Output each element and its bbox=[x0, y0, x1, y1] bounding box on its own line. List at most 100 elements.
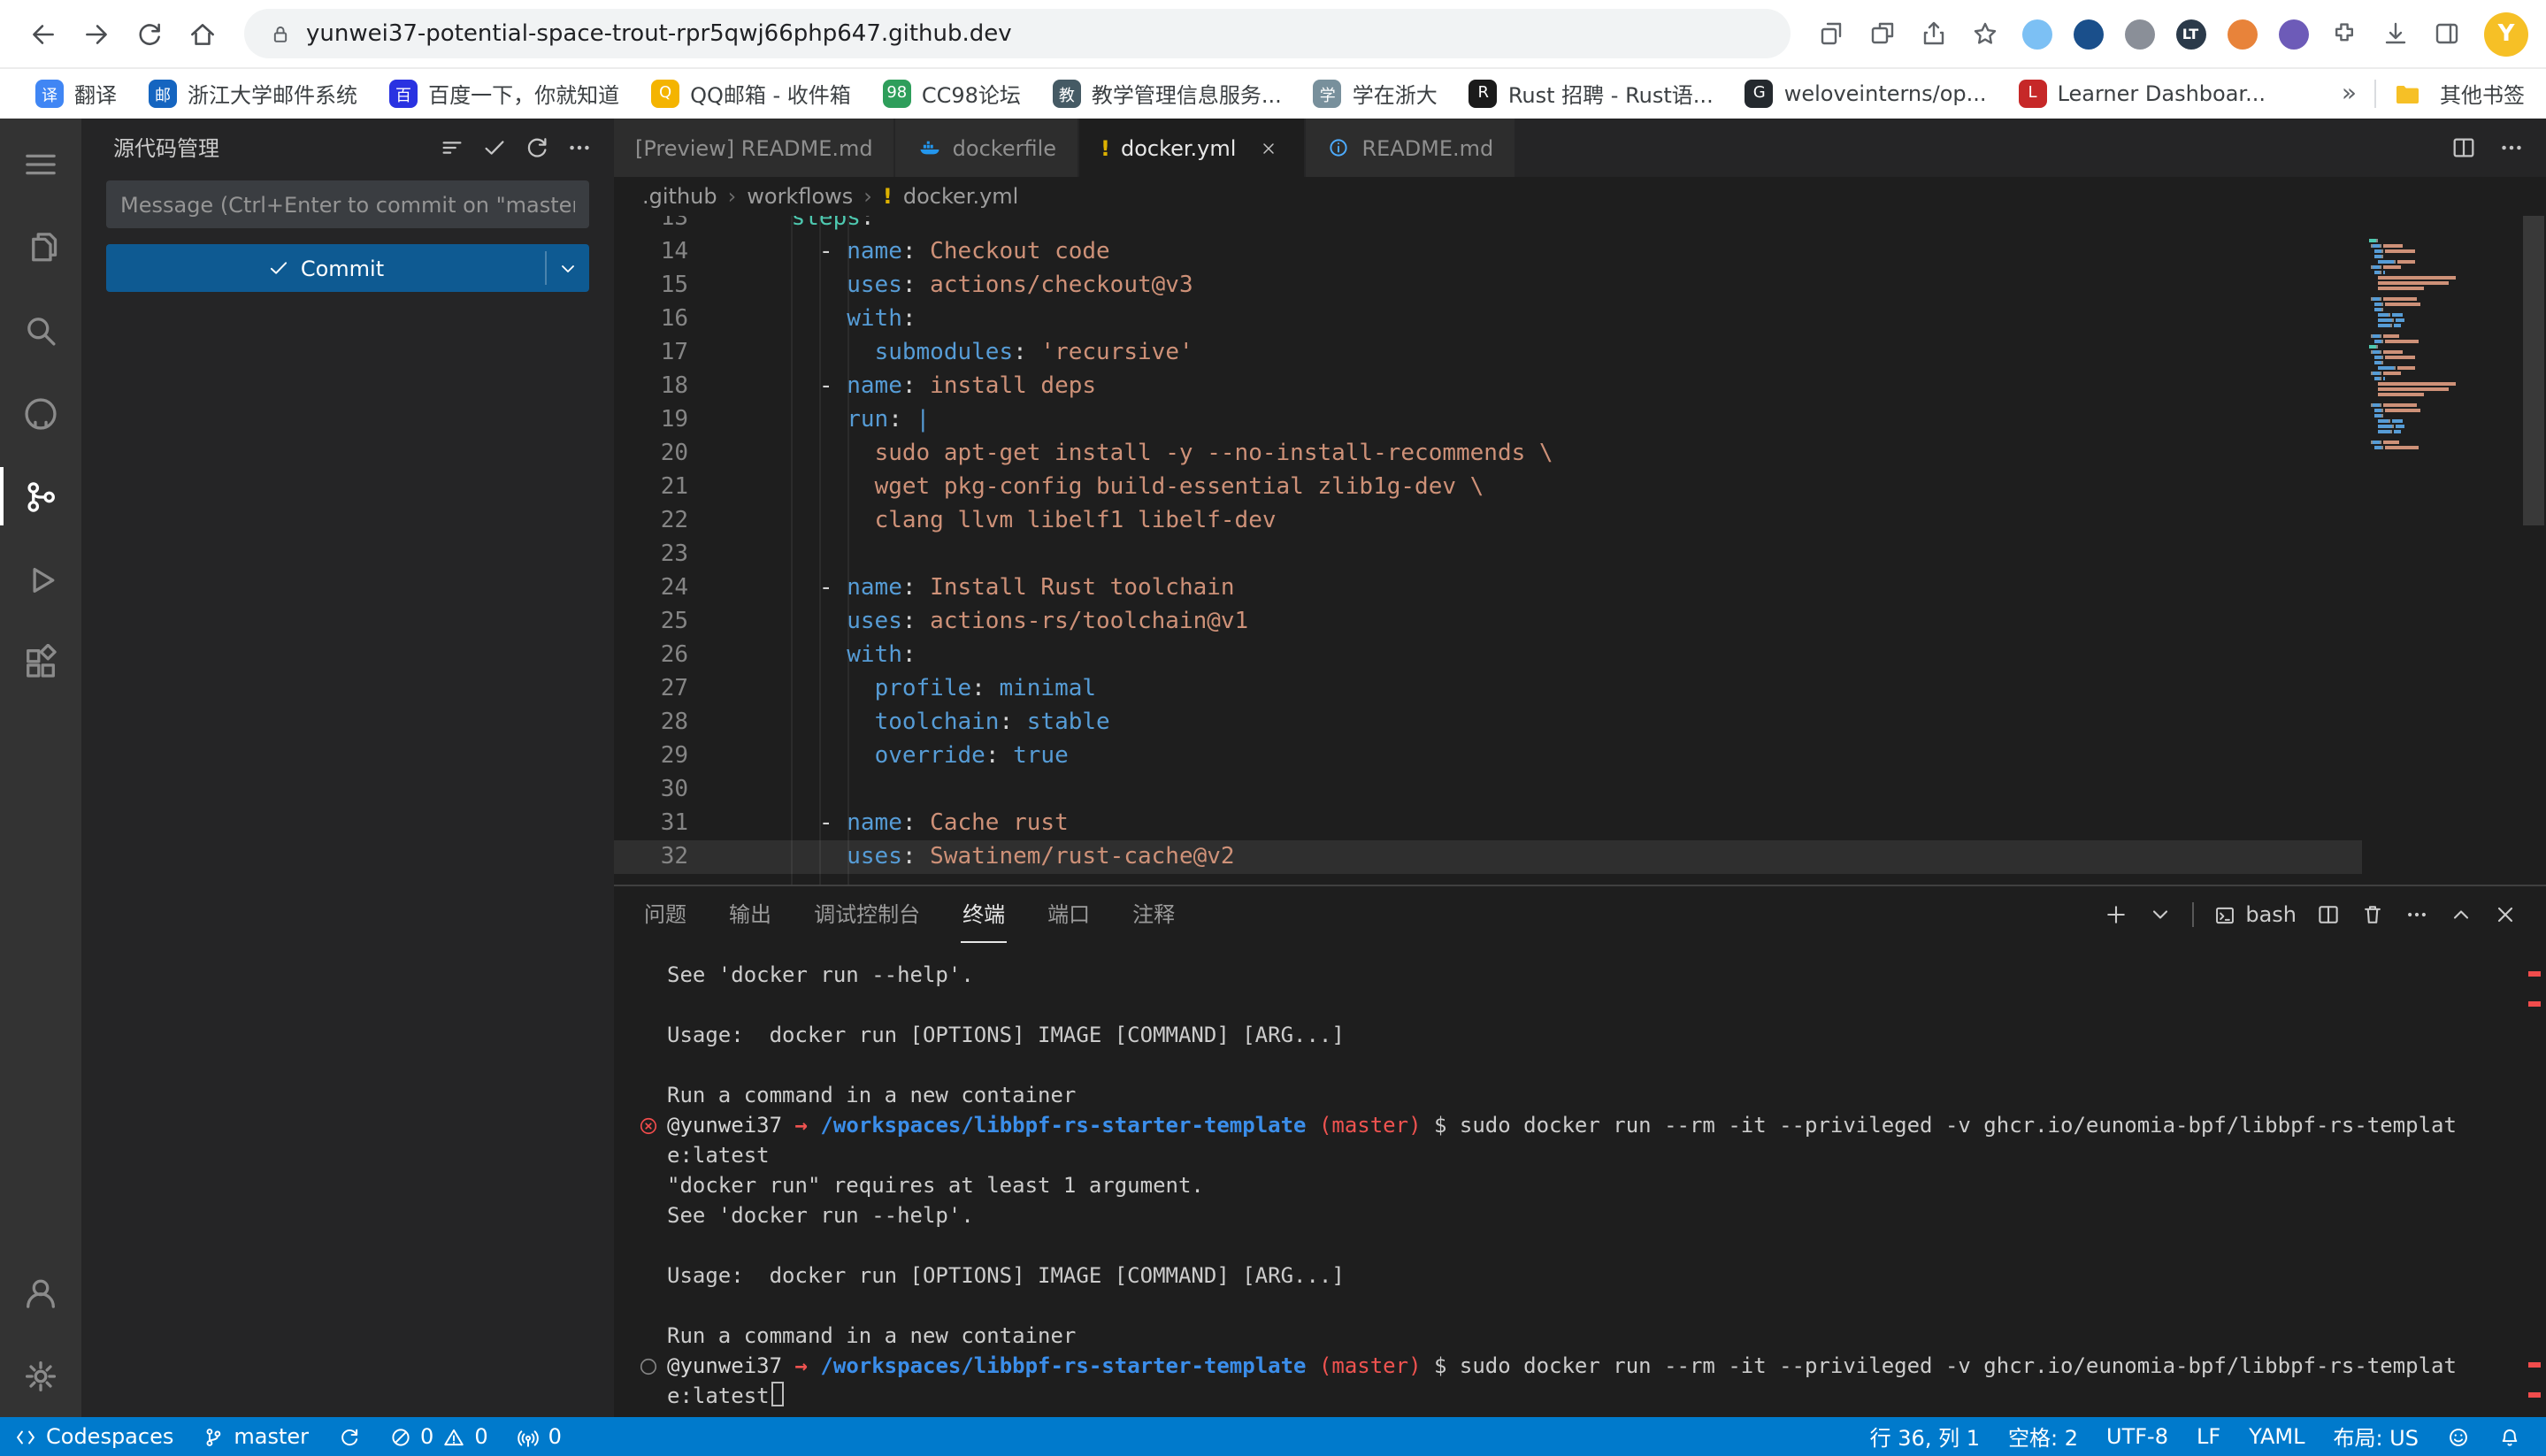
extension-shield-icon[interactable] bbox=[2065, 11, 2111, 57]
line-number: 31 bbox=[614, 807, 727, 840]
terminal-dropdown-icon[interactable] bbox=[2148, 902, 2173, 927]
keyboard-layout[interactable]: 布局: US bbox=[2319, 1417, 2433, 1456]
problems-indicator[interactable]: 00 bbox=[374, 1417, 502, 1456]
split-terminal-icon[interactable] bbox=[2316, 902, 2341, 927]
run-debug-icon[interactable] bbox=[0, 538, 81, 621]
new-terminal-icon[interactable] bbox=[2104, 902, 2128, 927]
search-icon[interactable] bbox=[0, 288, 81, 372]
commit-message-input[interactable] bbox=[106, 180, 589, 228]
bookmark-item[interactable]: 百百度一下，你就知道 bbox=[375, 73, 633, 114]
breadcrumb-file[interactable]: docker.yml bbox=[903, 184, 1018, 209]
github-icon[interactable] bbox=[0, 372, 81, 455]
indentation[interactable]: 空格: 2 bbox=[1994, 1417, 2092, 1456]
share-icon[interactable] bbox=[1911, 11, 1957, 57]
terminal-shell-select[interactable]: bash bbox=[2213, 902, 2297, 927]
bookmark-item[interactable]: 教教学管理信息服务... bbox=[1039, 73, 1296, 114]
branch-indicator[interactable]: master bbox=[188, 1417, 323, 1456]
favorite-star-icon[interactable] bbox=[1962, 11, 2008, 57]
home-button[interactable] bbox=[177, 9, 226, 58]
bookmark-item[interactable]: Gweloveinterns/op... bbox=[1731, 74, 2001, 113]
panel-tab[interactable]: 调试控制台 bbox=[812, 886, 922, 943]
address-bar[interactable]: yunwei37-potential-space-trout-rpr5qwj66… bbox=[244, 9, 1791, 58]
maximize-panel-icon[interactable] bbox=[2449, 902, 2473, 927]
editor-more-icon[interactable] bbox=[2498, 134, 2525, 161]
editor-tab[interactable]: [Preview] README.md bbox=[614, 119, 896, 177]
code-line: 15 uses: actions/checkout@v3 bbox=[614, 269, 2362, 303]
menu-icon[interactable] bbox=[0, 122, 81, 205]
close-panel-icon[interactable] bbox=[2493, 902, 2518, 927]
remote-indicator[interactable]: Codespaces bbox=[0, 1417, 188, 1456]
terminal[interactable]: See 'docker run --help'.Usage: docker ru… bbox=[614, 943, 2546, 1417]
extension-translate-icon[interactable] bbox=[2013, 11, 2059, 57]
notifications-icon[interactable] bbox=[2484, 1417, 2535, 1456]
commit-check-icon[interactable] bbox=[476, 130, 511, 165]
smiley-icon bbox=[2447, 1425, 2470, 1448]
minimap[interactable] bbox=[2362, 219, 2521, 885]
tab-label: README.md bbox=[1361, 135, 1493, 160]
commit-dropdown-icon[interactable] bbox=[547, 244, 589, 292]
extension-grid-icon[interactable] bbox=[2270, 11, 2316, 57]
bookmark-item[interactable]: LLearner Dashboar... bbox=[2005, 74, 2280, 113]
close-tab-icon[interactable] bbox=[1254, 134, 1282, 162]
split-editor-icon[interactable] bbox=[2450, 134, 2477, 161]
profile-avatar[interactable]: Y bbox=[2484, 11, 2528, 56]
panel-tab[interactable]: 端口 bbox=[1046, 886, 1092, 943]
panel-tab[interactable]: 注释 bbox=[1131, 886, 1177, 943]
collections-icon[interactable] bbox=[1808, 11, 1854, 57]
bookmark-item[interactable]: 邮浙江大学邮件系统 bbox=[134, 73, 372, 114]
bookmark-item[interactable]: 98CC98论坛 bbox=[869, 73, 1035, 114]
account-icon[interactable] bbox=[0, 1251, 81, 1334]
source-control-icon[interactable] bbox=[0, 455, 81, 538]
extensions-icon[interactable] bbox=[0, 621, 81, 704]
downloads-icon[interactable] bbox=[2373, 11, 2419, 57]
bookmarks-overflow-icon[interactable]: » bbox=[2342, 80, 2357, 108]
view-sort-icon[interactable] bbox=[433, 130, 469, 165]
extension-tabs-icon[interactable] bbox=[2116, 11, 2162, 57]
more-actions-icon[interactable] bbox=[561, 130, 596, 165]
extension-lt-icon[interactable]: LT bbox=[2167, 11, 2213, 57]
bookmark-item[interactable]: 学学在浙大 bbox=[1300, 73, 1452, 114]
breadcrumb-segment[interactable]: workflows bbox=[747, 184, 853, 209]
breadcrumb-segment[interactable]: .github bbox=[642, 184, 717, 209]
sync-indicator[interactable] bbox=[323, 1417, 374, 1456]
forward-button[interactable] bbox=[71, 9, 120, 58]
bookmark-item[interactable]: RRust 招聘 - Rust语... bbox=[1455, 73, 1728, 114]
code-editor[interactable]: 13 steps:14 - name: Checkout code15 uses… bbox=[614, 216, 2546, 885]
code-line: 27 profile: minimal bbox=[614, 672, 2362, 706]
open-in-window-icon[interactable] bbox=[1860, 11, 1906, 57]
terminal-line: e:latest bbox=[639, 1141, 2546, 1171]
cursor-position[interactable]: 行 36, 列 1 bbox=[1856, 1417, 1994, 1456]
ports-indicator[interactable]: 0 bbox=[502, 1417, 576, 1456]
refresh-icon[interactable] bbox=[518, 130, 554, 165]
breadcrumb[interactable]: .github›workflows›!docker.yml bbox=[614, 177, 2546, 216]
feedback-icon[interactable] bbox=[2433, 1417, 2484, 1456]
other-bookmarks-label[interactable]: 其他书签 bbox=[2440, 79, 2525, 109]
panel-tab[interactable]: 终端 bbox=[961, 886, 1007, 943]
settings-gear-icon[interactable] bbox=[0, 1334, 81, 1417]
language-mode[interactable]: YAML bbox=[2235, 1417, 2319, 1456]
reload-button[interactable] bbox=[124, 9, 173, 58]
commit-button[interactable]: Commit bbox=[106, 244, 589, 292]
panel-tab[interactable]: 问题 bbox=[642, 886, 688, 943]
line-number: 17 bbox=[614, 336, 727, 370]
editor-scrollbar[interactable] bbox=[2521, 216, 2546, 885]
extension-cursor-icon[interactable] bbox=[2219, 11, 2265, 57]
editor-tab[interactable]: !docker.yml bbox=[1079, 119, 1305, 177]
back-button[interactable] bbox=[18, 9, 67, 58]
terminal-error-mark bbox=[2528, 1362, 2541, 1368]
extensions-puzzle-icon[interactable] bbox=[2321, 11, 2367, 57]
panel-tab[interactable]: 输出 bbox=[727, 886, 773, 943]
bookmark-item[interactable]: QQQ邮箱 - 收件箱 bbox=[637, 73, 865, 114]
editor-tab[interactable]: dockerfile bbox=[896, 119, 1079, 177]
panel-more-icon[interactable] bbox=[2404, 902, 2429, 927]
split-screen-icon[interactable] bbox=[2424, 11, 2470, 57]
tab-label: dockerfile bbox=[953, 135, 1056, 160]
eol[interactable]: LF bbox=[2182, 1417, 2235, 1456]
explorer-icon[interactable] bbox=[0, 205, 81, 288]
kill-terminal-icon[interactable] bbox=[2360, 902, 2385, 927]
editor-tab[interactable]: README.md bbox=[1305, 119, 1516, 177]
toolbar-icons: LT bbox=[1808, 11, 2470, 57]
broadcast-icon bbox=[517, 1425, 540, 1448]
bookmark-item[interactable]: 译翻译 bbox=[21, 73, 131, 114]
encoding[interactable]: UTF-8 bbox=[2092, 1417, 2182, 1456]
